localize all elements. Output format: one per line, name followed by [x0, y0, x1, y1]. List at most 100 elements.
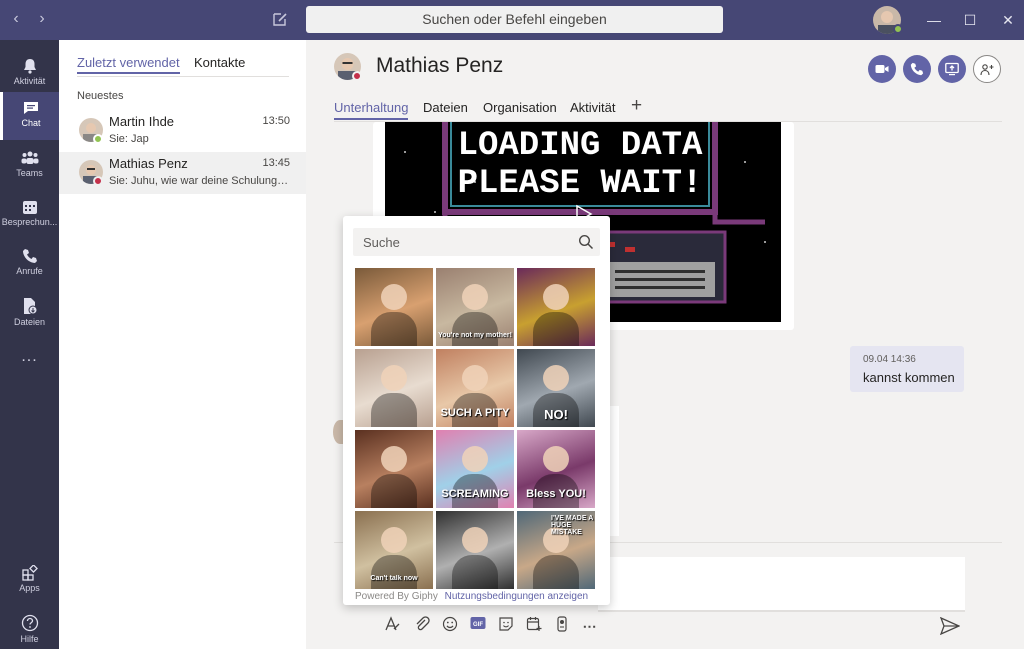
rail-item-apps[interactable]: Apps	[0, 557, 59, 605]
gif-thumbnail[interactable]	[517, 268, 595, 346]
rail-item-besprechungen[interactable]: Besprechun...	[0, 191, 59, 239]
phone-icon	[22, 249, 37, 263]
video-icon	[875, 65, 889, 73]
app-rail: Aktivität Chat Teams Besprechun... Anruf…	[0, 40, 59, 649]
gif-icon[interactable]: GIF	[468, 616, 488, 636]
chat-list-item[interactable]: Martin Ihde 13:50 Sie: Jap	[59, 110, 306, 152]
gif-figure	[543, 365, 569, 391]
section-label: Neuestes	[77, 90, 124, 102]
more-options-icon[interactable]: ⋯	[580, 616, 600, 636]
sticker-icon[interactable]	[496, 616, 516, 636]
tab-unterhaltung[interactable]: Unterhaltung	[334, 100, 409, 120]
message-text: kannst kommen	[863, 370, 955, 385]
compose-message-input[interactable]	[598, 557, 965, 612]
chat-preview: Sie: Jap	[109, 133, 149, 145]
chat-time: 13:45	[262, 157, 290, 169]
rail-label: Apps	[19, 583, 40, 593]
add-people-icon	[980, 64, 994, 76]
chat-icon	[24, 102, 38, 114]
gif-figure	[462, 446, 488, 472]
add-people-button[interactable]	[973, 55, 1001, 83]
share-screen-icon	[945, 62, 959, 76]
rail-item-dateien[interactable]: Dateien	[0, 289, 59, 337]
gif-search-input[interactable]	[353, 228, 600, 256]
gif-figure-body	[371, 312, 417, 346]
share-screen-button[interactable]	[938, 55, 966, 83]
bell-icon	[23, 59, 36, 74]
gif-figure-body	[371, 474, 417, 508]
maximize-icon[interactable]: ☐	[958, 8, 982, 32]
rail-item-teams[interactable]: Teams	[0, 142, 59, 190]
rail-item-hilfe[interactable]: Hilfe	[0, 606, 59, 649]
gif-thumbnail[interactable]: Bless YOU!	[517, 430, 595, 508]
attach-icon[interactable]	[412, 616, 432, 636]
compose-icon[interactable]	[271, 10, 289, 28]
schedule-meeting-icon[interactable]	[524, 616, 544, 636]
tab-organisation[interactable]: Organisation	[483, 100, 557, 115]
gif-picker-popup: You're not my mother! SUCH A PITY NO! SCREA…	[343, 216, 610, 605]
rail-label: Aktivität	[13, 76, 46, 86]
gif-figure	[381, 446, 407, 472]
more-apps-button[interactable]: ...	[0, 346, 59, 376]
chevron-left-icon[interactable]: ‹	[7, 10, 25, 28]
praise-icon[interactable]	[552, 616, 572, 636]
gif-figure	[543, 446, 569, 472]
tab-aktivitat[interactable]: Aktivität	[570, 100, 616, 115]
gif-caption: I'VE MADE A HUGE MISTAKE	[551, 515, 593, 536]
chat-list-item[interactable]: Mathias Penz 13:45 Sie: Juhu, wie war de…	[59, 152, 306, 194]
tab-kontakte[interactable]: Kontakte	[194, 55, 245, 70]
gif-thumbnail[interactable]: NO!	[517, 349, 595, 427]
emoji-icon[interactable]	[440, 616, 460, 636]
help-icon	[21, 614, 38, 632]
gif-thumbnail[interactable]	[355, 349, 433, 427]
add-tab-button[interactable]: +	[631, 95, 642, 117]
rail-label: Dateien	[13, 317, 46, 327]
close-icon[interactable]: ✕	[996, 8, 1020, 32]
gif-thumbnail[interactable]	[436, 511, 514, 589]
terms-link[interactable]: Nutzungsbedingungen anzeigen	[445, 591, 588, 602]
picker-footer: Powered By Giphy Nutzungsbedingungen anz…	[355, 591, 588, 602]
presence-busy-icon	[352, 71, 362, 81]
rail-label: Anrufe	[16, 266, 43, 276]
message-bubble[interactable]: 09.04 14:36 kannst kommen	[850, 346, 964, 392]
chat-time: 13:50	[262, 115, 290, 127]
gif-figure	[381, 284, 407, 310]
gif-thumbnail[interactable]	[355, 430, 433, 508]
gif-caption: SUCH A PITY	[440, 407, 510, 419]
audio-call-button[interactable]	[903, 55, 931, 83]
rail-label: Besprechun...	[1, 217, 58, 227]
gif-figure-body	[452, 555, 498, 589]
send-icon[interactable]	[940, 617, 960, 635]
teams-icon	[21, 151, 38, 164]
chevron-right-icon[interactable]: ›	[33, 10, 51, 28]
gif-thumbnail[interactable]	[355, 268, 433, 346]
rail-item-aktivitat[interactable]: Aktivität	[0, 50, 59, 98]
gif-figure	[381, 527, 407, 553]
tab-zuletzt-verwendet[interactable]: Zuletzt verwendet	[77, 55, 180, 74]
gif-figure	[381, 365, 407, 391]
presence-available-icon	[893, 24, 903, 34]
gif-thumbnail[interactable]: I'VE MADE A HUGE MISTAKE	[517, 511, 595, 589]
format-icon[interactable]	[382, 616, 402, 636]
minimize-icon[interactable]: —	[922, 8, 946, 32]
gif-thumbnail[interactable]: SCREAMING	[436, 430, 514, 508]
gif-caption-line: LOADING DATA	[458, 127, 703, 165]
gif-figure	[462, 527, 488, 553]
presence-busy-icon	[93, 176, 103, 186]
command-search-bar[interactable]: Suchen oder Befehl eingeben	[306, 6, 723, 33]
calendar-icon	[22, 201, 37, 214]
tab-dateien[interactable]: Dateien	[423, 100, 468, 115]
gif-caption: NO!	[544, 407, 568, 422]
gif-thumbnail[interactable]: SUCH A PITY	[436, 349, 514, 427]
title-bar: ‹ › Suchen oder Befehl eingeben — ☐ ✕	[0, 0, 1024, 40]
gif-figure-body	[452, 312, 498, 346]
rail-item-chat[interactable]: Chat	[0, 92, 59, 140]
search-icon[interactable]	[578, 234, 594, 250]
rail-item-anrufe[interactable]: Anrufe	[0, 240, 59, 288]
gif-figure	[462, 284, 488, 310]
presence-available-icon	[93, 134, 103, 144]
divider	[77, 76, 289, 77]
gif-thumbnail[interactable]: Can't talk now	[355, 511, 433, 589]
gif-thumbnail[interactable]: You're not my mother!	[436, 268, 514, 346]
video-call-button[interactable]	[868, 55, 896, 83]
